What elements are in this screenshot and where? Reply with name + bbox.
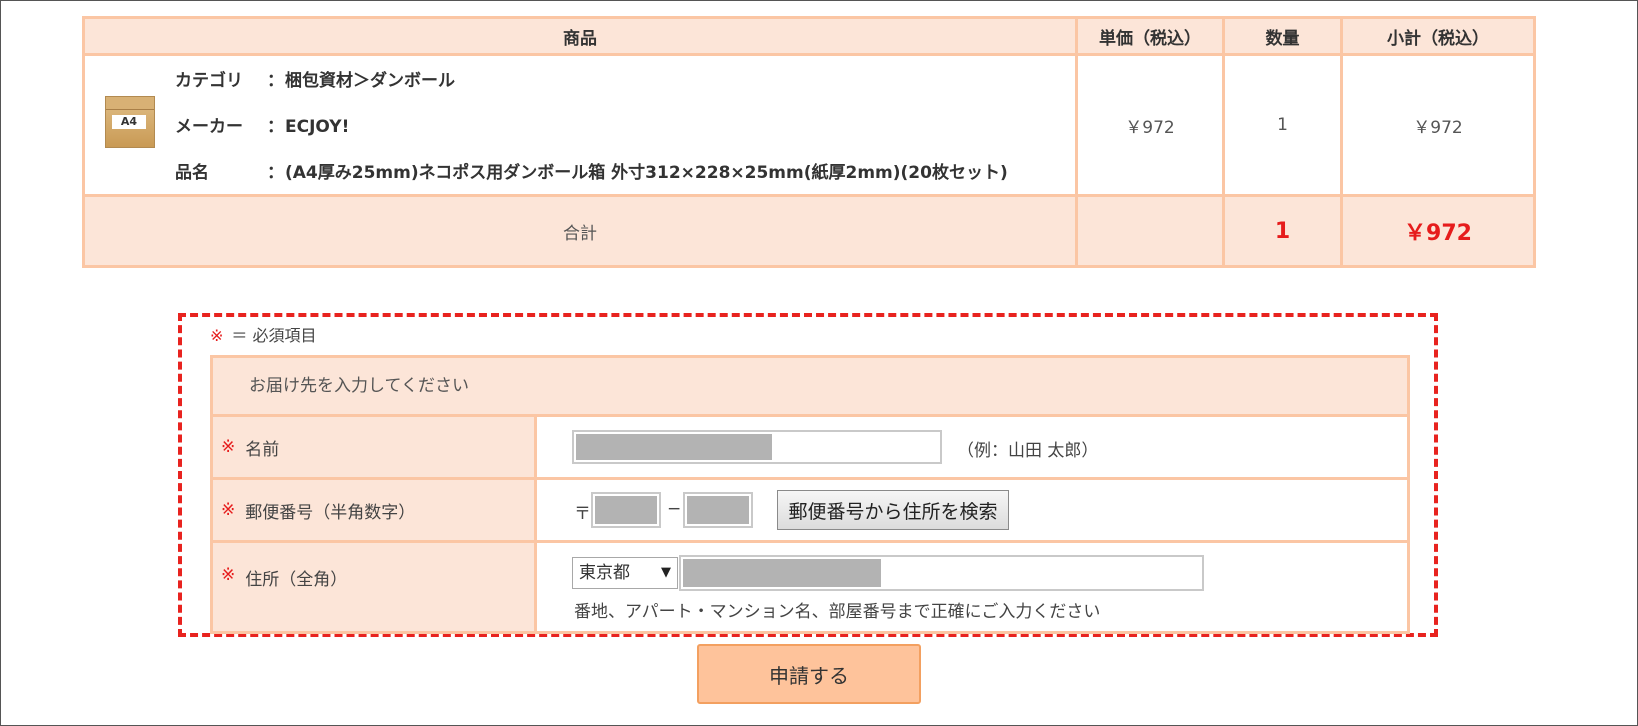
postal-code-second-input[interactable] xyxy=(683,492,753,528)
total-unit-price-empty xyxy=(1075,194,1225,268)
required-note-text: ＝ 必須項目 xyxy=(231,326,317,345)
category-value: 梱包資材＞ダンボール xyxy=(285,71,455,91)
order-item-row: A4 カテゴリ ：梱包資材＞ダンボール メーカー ：ECJOY! 品名 ：(A4厚み2… xyxy=(82,53,1536,197)
postal-symbol: 〒 xyxy=(574,504,591,524)
address-label-text: 住所（全角） xyxy=(245,570,348,590)
form-section-title: お届け先を入力してください xyxy=(213,358,1407,417)
item-subtotal: ￥972 xyxy=(1340,53,1536,197)
name-label-text: 名前 xyxy=(245,439,280,460)
postal-code-first-input[interactable] xyxy=(591,492,661,528)
postal-search-button[interactable]: 郵便番号から住所を検索 xyxy=(777,490,1009,530)
postal-label: ※ 郵便番号（半角数字） xyxy=(213,480,537,540)
postal-row: ※ 郵便番号（半角数字） 〒 − 郵便番号から住所を検索 xyxy=(213,480,1407,543)
name-input[interactable] xyxy=(572,430,942,464)
total-amount: ￥972 xyxy=(1340,194,1536,268)
address-hint: 番地、アパート・マンション名、部屋番号まで正確にご入力ください xyxy=(574,602,1101,622)
maker-value: ECJOY! xyxy=(285,117,350,137)
chevron-down-icon: ▼ xyxy=(661,565,671,580)
redacted-value xyxy=(576,434,772,460)
prefecture-value: 東京都 xyxy=(579,563,630,583)
header-quantity: 数量 xyxy=(1222,16,1343,56)
header-unit-price: 単価（税込） xyxy=(1075,16,1225,56)
prefecture-select[interactable]: 東京都 ▼ xyxy=(572,557,678,589)
name-colon: ： xyxy=(267,163,284,183)
address-field-cell: 東京都 ▼ 番地、アパート・マンション名、部屋番号まで正確にご入力ください xyxy=(537,543,1407,631)
required-mark: ※ xyxy=(210,326,224,345)
total-quantity: 1 xyxy=(1222,194,1343,268)
name-field-cell: （例：山田 太郎） xyxy=(537,417,1407,477)
product-cell: A4 カテゴリ ：梱包資材＞ダンボール メーカー ：ECJOY! 品名 ：(A4厚み2… xyxy=(82,53,1078,197)
maker-key: メーカー xyxy=(175,117,243,137)
address-row: ※ 住所（全角） 東京都 ▼ 番地、アパート・マンション名、部屋番号まで正確にご… xyxy=(213,543,1407,631)
item-unit-price: ￥972 xyxy=(1075,53,1225,197)
postal-separator: − xyxy=(667,499,682,519)
required-note: ※ ＝ 必須項目 xyxy=(210,322,317,346)
redacted-value xyxy=(687,496,749,524)
header-product: 商品 xyxy=(82,16,1078,56)
product-maker: メーカー ：ECJOY! xyxy=(175,112,349,137)
name-example: （例：山田 太郎） xyxy=(957,441,1099,461)
item-quantity: 1 xyxy=(1222,53,1343,197)
submit-button[interactable]: 申請する xyxy=(697,644,921,704)
redacted-value xyxy=(595,496,657,524)
required-mark: ※ xyxy=(221,437,236,457)
product-category: カテゴリ ：梱包資材＞ダンボール xyxy=(175,66,455,91)
name-row: ※ 名前 （例：山田 太郎） xyxy=(213,417,1407,480)
address-input[interactable] xyxy=(679,555,1204,591)
order-header-row: 商品 単価（税込） 数量 小計（税込） xyxy=(82,16,1536,56)
postal-field-cell: 〒 − 郵便番号から住所を検索 xyxy=(537,480,1407,540)
product-image: A4 xyxy=(105,96,155,148)
total-label: 合計 xyxy=(82,194,1078,268)
header-subtotal: 小計（税込） xyxy=(1340,16,1536,56)
required-mark: ※ xyxy=(221,565,236,585)
maker-colon: ： xyxy=(267,117,284,137)
postal-label-text: 郵便番号（半角数字） xyxy=(245,502,416,523)
address-label: ※ 住所（全角） xyxy=(213,543,537,631)
name-label: ※ 名前 xyxy=(213,417,537,477)
order-table: 商品 単価（税込） 数量 小計（税込） A4 カテゴリ ：梱包資材＞ダンボール メ… xyxy=(82,16,1536,268)
required-mark: ※ xyxy=(221,500,236,520)
order-total-row: 合計 1 ￥972 xyxy=(82,194,1536,268)
name-key: 品名 xyxy=(175,163,209,183)
product-image-label: A4 xyxy=(112,115,146,129)
product-name: 品名 ：(A4厚み25mm)ネコポス用ダンボール箱 外寸312×228×25mm(… xyxy=(175,158,1008,183)
delivery-form: お届け先を入力してください ※ 名前 （例：山田 太郎） ※ 郵便番号（半角数字… xyxy=(210,355,1410,634)
name-value: (A4厚み25mm)ネコポス用ダンボール箱 外寸312×228×25mm(紙厚2… xyxy=(285,163,1008,183)
category-colon: ： xyxy=(267,71,284,91)
redacted-value xyxy=(683,559,881,587)
category-key: カテゴリ xyxy=(175,71,243,91)
